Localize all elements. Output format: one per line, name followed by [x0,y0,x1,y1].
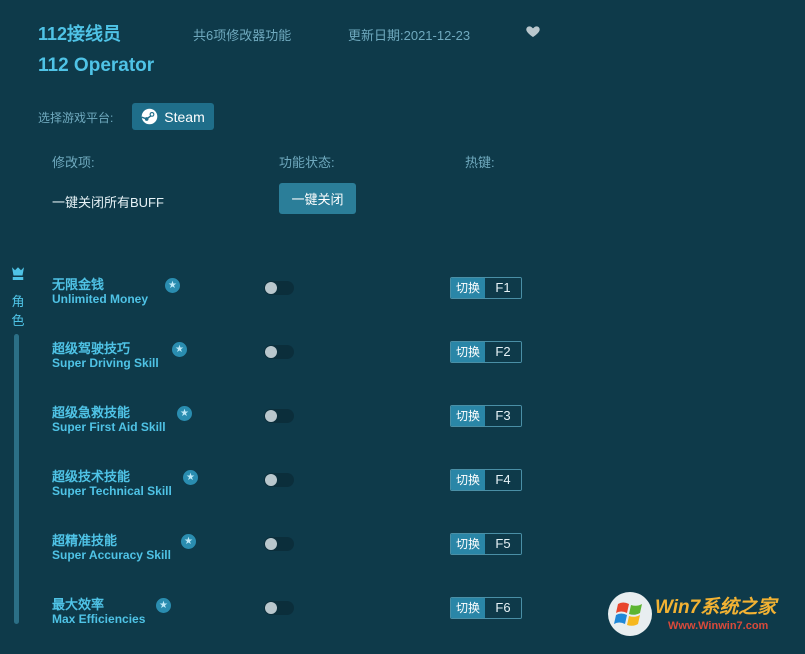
star-icon: ★ [172,342,187,357]
hotkey-button[interactable]: 切换 F5 [450,533,522,555]
star-icon: ★ [156,598,171,613]
star-icon: ★ [183,470,198,485]
item-name-cn: 无限金钱 [52,274,104,293]
item-name-cn: 超级驾驶技巧 [52,338,130,357]
switch-label: 切换 [451,278,485,298]
hotkey-key: F1 [485,278,521,298]
windows-logo-icon [606,590,654,638]
feature-count: 共6项修改器功能 [193,25,291,44]
switch-label: 切换 [451,470,485,490]
platform-label: 选择游戏平台: [38,109,113,126]
hotkey-key: F4 [485,470,521,490]
switch-label: 切换 [451,598,485,618]
list-item: 超精准技能 Super Accuracy Skill ★ 切换 F5 [0,526,805,590]
switch-label: 切换 [451,342,485,362]
star-icon: ★ [165,278,180,293]
item-name-cn: 超精准技能 [52,530,117,549]
hotkey-key: F2 [485,342,521,362]
steam-icon [141,108,158,125]
feature-toggle[interactable] [264,281,294,295]
item-name-en: Super Accuracy Skill [52,548,171,562]
hotkey-button[interactable]: 切换 F6 [450,597,522,619]
hotkey-key: F5 [485,534,521,554]
hotkey-button[interactable]: 切换 F4 [450,469,522,491]
item-name-en: Super First Aid Skill [52,420,166,434]
item-name-cn: 超级急救技能 [52,402,130,421]
list-item: 无限金钱 Unlimited Money ★ 切换 F1 [0,270,805,334]
list-item: 超级技术技能 Super Technical Skill ★ 切换 F4 [0,462,805,526]
hotkey-key: F6 [485,598,521,618]
item-name-en: Unlimited Money [52,292,148,306]
column-header-status: 功能状态: [279,152,335,171]
update-date: 更新日期:2021-12-23 [348,25,470,44]
column-header-hotkey: 热键: [465,152,495,171]
item-name-cn: 超级技术技能 [52,466,130,485]
steam-label: Steam [164,109,204,125]
close-all-label: 一键关闭所有BUFF [52,192,164,211]
switch-label: 切换 [451,406,485,426]
app-title-en: 112 Operator [38,55,154,77]
item-name-en: Super Driving Skill [52,356,159,370]
feature-toggle[interactable] [264,345,294,359]
app-title-cn: 112接线员 [38,20,121,46]
switch-label: 切换 [451,534,485,554]
item-name-en: Super Technical Skill [52,484,172,498]
close-all-button[interactable]: 一键关闭 [279,183,356,214]
feature-toggle[interactable] [264,601,294,615]
list-item: 超级驾驶技巧 Super Driving Skill ★ 切换 F2 [0,334,805,398]
feature-toggle[interactable] [264,473,294,487]
hotkey-button[interactable]: 切换 F2 [450,341,522,363]
star-icon: ★ [181,534,196,549]
feature-toggle[interactable] [264,409,294,423]
column-header-mod: 修改项: [52,152,95,171]
watermark-brand: Win7系统之家 [655,592,776,619]
steam-platform-button[interactable]: Steam [132,103,214,130]
item-name-cn: 最大效率 [52,594,104,613]
hotkey-key: F3 [485,406,521,426]
watermark-url: Www.Winwin7.com [668,620,768,632]
star-icon: ★ [177,406,192,421]
hotkey-button[interactable]: 切换 F3 [450,405,522,427]
hotkey-button[interactable]: 切换 F1 [450,277,522,299]
feature-toggle[interactable] [264,537,294,551]
item-name-en: Max Efficiencies [52,612,145,626]
heart-icon[interactable] [525,23,541,39]
list-item: 超级急救技能 Super First Aid Skill ★ 切换 F3 [0,398,805,462]
